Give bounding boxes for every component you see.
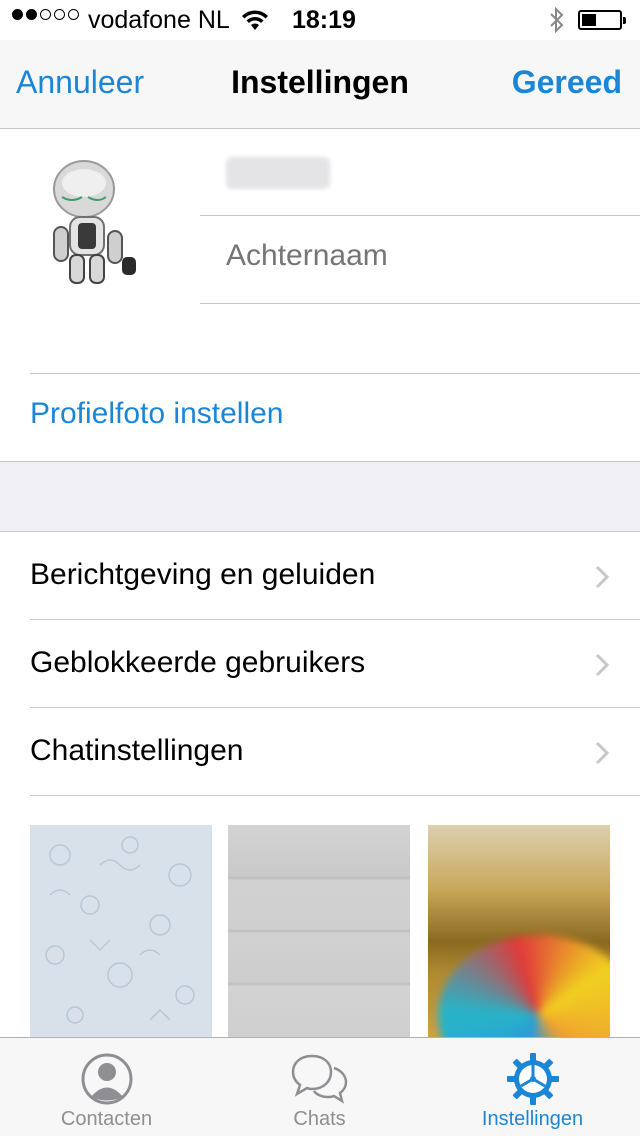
last-name-field[interactable] [226, 239, 606, 273]
wallpaper-thumbnail-wood[interactable] [228, 825, 410, 1037]
avatar[interactable] [44, 157, 144, 287]
wifi-icon [240, 8, 270, 39]
chevron-right-icon [594, 652, 610, 683]
set-profile-photo-button[interactable]: Profielfoto instellen [30, 397, 283, 431]
tab-label: Chats [293, 1108, 346, 1130]
chevron-right-icon [594, 564, 610, 595]
first-name-field[interactable] [226, 157, 330, 189]
navigation-bar: Annuleer Instellingen Gereed [0, 40, 640, 129]
status-bar: vodafone NL 18:19 [0, 0, 640, 40]
tab-bar: Contacten Chats Instellingen [0, 1037, 640, 1136]
divider [200, 303, 640, 304]
settings-row-notifications[interactable]: Berichtgeving en geluiden [0, 532, 640, 620]
tab-contacts[interactable]: Contacten [0, 1038, 213, 1136]
row-label: Geblokkeerde gebruikers [30, 646, 366, 679]
wallpaper-gallery [30, 825, 610, 1037]
row-label: Berichtgeving en geluiden [30, 558, 376, 591]
settings-icon [506, 1052, 560, 1111]
settings-list: Berichtgeving en geluiden Geblokkeerde g… [0, 532, 640, 796]
contacts-icon [80, 1052, 134, 1111]
settings-row-chat-settings[interactable]: Chatinstellingen [0, 708, 640, 796]
divider [200, 215, 640, 216]
chevron-right-icon [594, 740, 610, 771]
wallpaper-thumbnail-umbrella[interactable] [428, 825, 610, 1037]
profile-section: Profielfoto instellen [0, 129, 640, 462]
divider [30, 373, 640, 374]
chats-icon [290, 1052, 350, 1111]
tab-chats[interactable]: Chats [213, 1038, 426, 1136]
row-label: Chatinstellingen [30, 734, 244, 767]
section-spacer [0, 462, 640, 532]
tab-label: Instellingen [481, 1108, 584, 1130]
done-button[interactable]: Gereed [512, 64, 622, 101]
divider [30, 795, 640, 796]
tab-label: Contacten [60, 1108, 153, 1130]
tab-settings[interactable]: Instellingen [426, 1038, 639, 1136]
bluetooth-icon [548, 6, 566, 41]
battery-icon [578, 10, 626, 30]
carrier-name: vodafone NL [88, 6, 230, 34]
signal-strength-icon [12, 9, 79, 20]
screen: vodafone NL 18:19 Annuleer Instellingen … [0, 0, 640, 1136]
wallpaper-thumbnail-pattern[interactable] [30, 825, 212, 1037]
clock: 18:19 [292, 6, 356, 34]
settings-row-blocked-users[interactable]: Geblokkeerde gebruikers [0, 620, 640, 708]
